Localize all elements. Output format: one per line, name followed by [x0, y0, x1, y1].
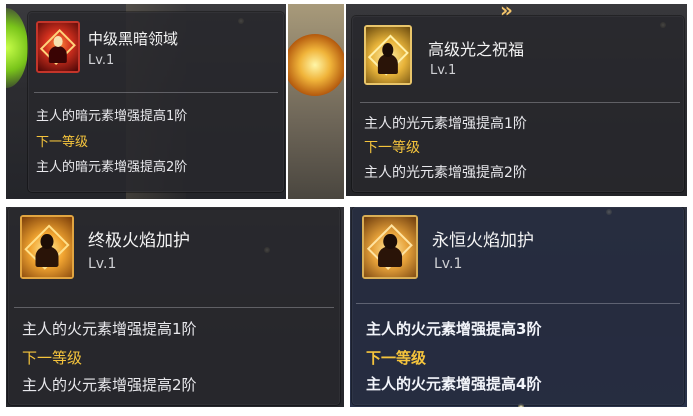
green-creature-decoration: [6, 8, 28, 88]
next-level-label: 下一等级: [36, 135, 89, 150]
divider: [360, 102, 680, 103]
skill-panel-eternal-fire: 永恒火焰加护 Lv.1 主人的火元素增强提高3阶 下一等级 主人的火元素增强提高…: [350, 207, 687, 407]
fire-guardian-figure-icon: [20, 215, 74, 279]
next-effect-text: 主人的火元素增强提高4阶: [366, 375, 542, 393]
next-level-label: 下一等级: [22, 349, 83, 367]
light-blessing-figure-icon: [364, 25, 412, 85]
current-effect-text: 主人的光元素增强提高1阶: [364, 116, 527, 132]
next-effect-text: 主人的火元素增强提高2阶: [22, 376, 197, 394]
divider: [34, 92, 278, 93]
divider: [14, 307, 334, 308]
skill-panel-light-blessing: » 高级光之祝福 Lv.1 主人的光元素增强提高1阶 下一等级 主人的光元素增强…: [346, 4, 687, 196]
divider: [356, 303, 680, 304]
current-effect-text: 主人的暗元素增强提高1阶: [36, 109, 188, 124]
next-effect-text: 主人的光元素增强提高2阶: [364, 165, 527, 181]
next-effect-text: 主人的暗元素增强提高2阶: [36, 160, 188, 175]
dark-flame-figure-icon: [36, 21, 80, 73]
skill-level: Lv.1: [434, 256, 463, 272]
skill-name: 中级黑暗领域: [88, 30, 179, 48]
skill-level: Lv.1: [88, 53, 115, 68]
skill-tooltip-card: 中级黑暗领域 Lv.1 主人的暗元素增强提高1阶 下一等级 主人的暗元素增强提高…: [28, 12, 284, 192]
hexagon-badge-icon: [288, 34, 344, 96]
current-effect-text: 主人的火元素增强提高1阶: [22, 320, 197, 338]
skill-name: 永恒火焰加护: [432, 231, 534, 251]
current-effect-text: 主人的火元素增强提高3阶: [366, 320, 542, 338]
skill-name: 终极火焰加护: [88, 231, 190, 251]
skill-panel-dark-domain: 中级黑暗领域 Lv.1 主人的暗元素增强提高1阶 下一等级 主人的暗元素增强提高…: [6, 4, 286, 199]
eternal-fire-figure-icon: [362, 215, 418, 279]
skill-panel-ultimate-fire: 终极火焰加护 Lv.1 主人的火元素增强提高1阶 下一等级 主人的火元素增强提高…: [6, 207, 344, 407]
skill-tooltip-card: 高级光之祝福 Lv.1 主人的光元素增强提高1阶 下一等级 主人的光元素增强提高…: [352, 16, 684, 192]
skill-tooltip-card: 永恒火焰加护 Lv.1 主人的火元素增强提高3阶 下一等级 主人的火元素增强提高…: [352, 207, 684, 405]
next-level-label: 下一等级: [366, 349, 427, 367]
skill-level: Lv.1: [88, 256, 117, 272]
next-level-label: 下一等级: [364, 140, 420, 156]
skill-level: Lv.1: [430, 63, 457, 78]
skill-name: 高级光之祝福: [428, 40, 525, 59]
skill-tooltip-card: 终极火焰加护 Lv.1 主人的火元素增强提高1阶 下一等级 主人的火元素增强提高…: [8, 207, 340, 405]
background-strip: [288, 4, 344, 199]
